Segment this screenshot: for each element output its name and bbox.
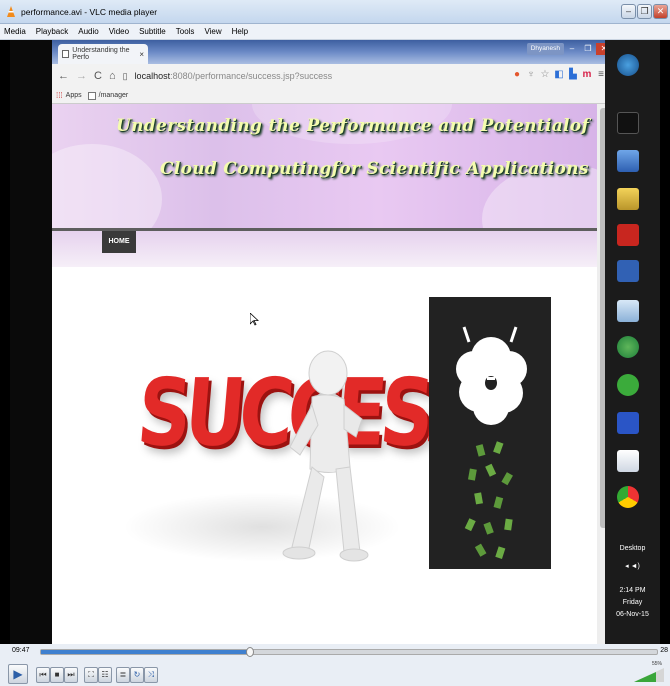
bookmark-manager[interactable]: /manager [99, 92, 129, 99]
seek-handle[interactable] [246, 647, 255, 657]
menu-media[interactable]: Media [4, 27, 26, 36]
minimize-button[interactable]: – [621, 4, 636, 19]
java-icon[interactable] [617, 450, 639, 472]
loop-button[interactable]: ↻ [130, 667, 144, 683]
windows-taskbar: Desktop ◂ ◄) 2:14 PM Friday 06-Nov-15 [605, 40, 660, 644]
vlc-cone-icon [7, 5, 15, 17]
vlc-title-bar: performance.avi - VLC media player – ❐ ✕ [0, 0, 670, 24]
reload-icon[interactable]: C [94, 70, 102, 82]
site-title-line1: Understanding the Performance and Potent… [116, 116, 590, 136]
back-icon[interactable]: ← [58, 70, 69, 82]
apps-grid-icon: ⁞⁞⁞ [56, 91, 63, 100]
browser-tab-bar: Understanding the Perfo × Dhyanesh – ❐ ✕ [52, 40, 612, 64]
key-icon[interactable]: ♆ [526, 69, 536, 81]
menu-playback[interactable]: Playback [36, 27, 68, 36]
word-icon[interactable] [617, 260, 639, 282]
forward-icon[interactable]: → [76, 70, 87, 82]
extension-save-icon[interactable]: ▙ [568, 69, 578, 81]
taskbar-day: Friday [622, 599, 643, 606]
previous-button[interactable]: ⏮ [36, 667, 50, 683]
menu-view[interactable]: View [204, 27, 221, 36]
window-title: performance.avi - VLC media player [21, 6, 158, 17]
chrome-icon[interactable] [617, 486, 639, 508]
tray-expand-icon[interactable]: ◂ ◄) [605, 562, 660, 571]
acrobat-icon[interactable] [617, 224, 639, 246]
close-button[interactable]: ✕ [653, 4, 668, 19]
browser-maximize-icon[interactable]: ❐ [580, 43, 596, 55]
fullscreen-button[interactable]: ⛶ [84, 667, 98, 683]
browser-toolbar: ← → C ⌂ ▯ localhost:8080/performance/suc… [52, 64, 612, 88]
total-time: 28 [660, 647, 668, 654]
url-path: :8080/performance/success.jsp?success [170, 71, 333, 81]
mouse-cursor-icon [250, 313, 259, 326]
maximize-button[interactable]: ❐ [637, 4, 652, 19]
address-bar[interactable]: localhost:8080/performance/success.jsp?s… [135, 71, 333, 81]
page-favicon-icon [62, 50, 70, 58]
browser-tab[interactable]: Understanding the Perfo × [58, 44, 148, 64]
bookmark-star-icon[interactable]: ☆ [540, 69, 550, 81]
cmd-icon[interactable] [617, 112, 639, 134]
money-cloud-icon [456, 326, 527, 559]
vlc-menu-bar: Media Playback Audio Video Subtitle Tool… [0, 24, 670, 40]
vlc-controls: 09:47 28 ▶ ⏮ ■ ⏭ ⛶ ☷ ≣ ↻ ⤨ 55% [0, 644, 670, 686]
playlist-button[interactable]: ≣ [116, 667, 130, 683]
volume-percent: 55% [651, 661, 662, 667]
profile-button[interactable]: Dhyanesh [526, 43, 564, 55]
manager-favicon-icon [87, 91, 96, 100]
extended-settings-button[interactable]: ☷ [98, 667, 112, 683]
page-icon: ▯ [122, 70, 128, 81]
seek-progress [41, 650, 251, 654]
tab-close-icon[interactable]: × [139, 50, 144, 59]
site-banner: Understanding the Performance and Potent… [52, 104, 597, 228]
volume-control[interactable]: 55% [626, 661, 666, 684]
app-window-icon[interactable] [617, 412, 639, 434]
web-page: Understanding the Performance and Potent… [52, 104, 612, 644]
bookmark-apps[interactable]: Apps [66, 92, 82, 99]
success-image: SUCCESS [122, 342, 476, 582]
folder-icon[interactable] [617, 188, 639, 210]
bookmarks-bar: ⁞⁞⁞ Apps /manager [52, 88, 612, 104]
menu-tools[interactable]: Tools [176, 27, 195, 36]
video-area[interactable]: Understanding the Perfo × Dhyanesh – ❐ ✕… [10, 40, 660, 644]
browser-window: Understanding the Perfo × Dhyanesh – ❐ ✕… [52, 40, 612, 644]
site-nav: HOME [52, 231, 597, 267]
globe-icon[interactable] [617, 336, 639, 358]
network-icon[interactable] [617, 150, 639, 172]
menu-video[interactable]: Video [109, 27, 129, 36]
stop-button[interactable]: ■ [50, 667, 64, 683]
home-icon[interactable]: ⌂ [109, 70, 116, 82]
menu-subtitle[interactable]: Subtitle [139, 27, 166, 36]
media-icon[interactable] [617, 374, 639, 396]
site-title-line2: Cloud Computingfor Scientific Applicatio… [160, 159, 589, 179]
browser-minimize-icon[interactable]: – [564, 43, 580, 55]
extension-icon[interactable]: ● [512, 69, 522, 81]
taskbar-time: 2:14 PM [619, 587, 646, 594]
seek-bar[interactable] [40, 647, 658, 657]
money-cloud-image [429, 297, 551, 569]
next-button[interactable]: ⏭ [64, 667, 78, 683]
taskbar-desktop-label[interactable]: Desktop [605, 544, 660, 553]
notepad-icon[interactable] [617, 300, 639, 322]
menu-audio[interactable]: Audio [78, 27, 98, 36]
figure-person-icon [282, 350, 369, 562]
volume-slider-icon[interactable] [626, 664, 666, 684]
extension-m-icon[interactable]: m [582, 69, 592, 81]
start-orb-icon[interactable] [617, 54, 639, 76]
taskbar-date: 06-Nov-15 [616, 611, 649, 618]
elapsed-time: 09:47 [12, 647, 30, 654]
extension-c-icon[interactable]: ◧ [554, 69, 564, 81]
tab-title: Understanding the Perfo [72, 47, 130, 61]
url-host: localhost [134, 71, 171, 81]
play-button[interactable]: ▶ [8, 664, 28, 684]
shuffle-button[interactable]: ⤨ [144, 667, 158, 683]
nav-home-link[interactable]: HOME [102, 231, 136, 253]
page-content: SUCCESS [102, 267, 582, 644]
menu-help[interactable]: Help [232, 27, 248, 36]
